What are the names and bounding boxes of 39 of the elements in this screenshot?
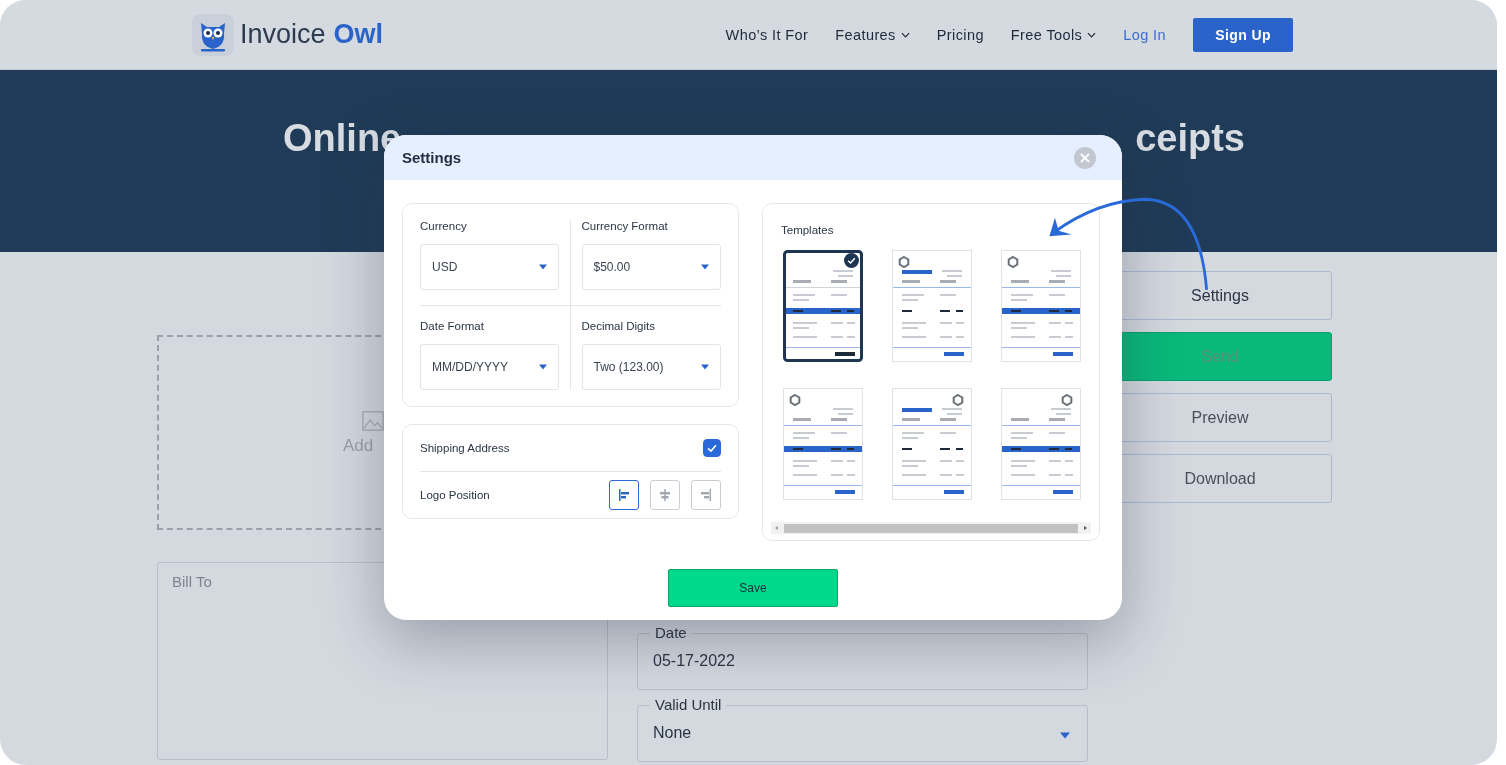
align-left-button[interactable]	[609, 480, 639, 510]
dropdown[interactable]: Two (123.00)	[581, 344, 721, 390]
image-icon	[362, 409, 384, 432]
caret-down-icon	[538, 264, 547, 270]
field-label: Shipping Address	[420, 442, 510, 454]
save-button[interactable]: Save	[668, 569, 838, 607]
invoice-template-thumbnail[interactable]	[783, 250, 863, 362]
dropdown[interactable]: USD	[420, 244, 559, 290]
align-center-icon	[657, 487, 673, 503]
field-label: Currency Format	[581, 220, 669, 232]
nav-link[interactable]: Pricing	[936, 26, 984, 43]
login-link[interactable]: Log In	[1123, 26, 1166, 43]
field-label: Date Format	[420, 320, 485, 332]
add-logo-label: Add	[343, 435, 374, 456]
align-left-icon	[616, 487, 632, 503]
caret-down-icon	[701, 364, 709, 370]
checkbox[interactable]	[703, 439, 721, 457]
logo-text: Invoice	[240, 19, 326, 50]
field-label: Logo Position	[420, 489, 490, 501]
nav-link[interactable]: Free Tools	[1010, 26, 1097, 43]
scroll-right-icon[interactable]	[1082, 525, 1088, 531]
caret-down-icon	[701, 264, 709, 270]
dropdown[interactable]: $50.00	[581, 244, 721, 290]
check-icon	[844, 253, 859, 268]
dropdown[interactable]: MM/DD/YYYY	[420, 344, 559, 390]
caret-down-icon	[538, 364, 547, 370]
section-label: Templates	[780, 224, 834, 236]
logo-text: Owl	[333, 19, 384, 50]
nav-link[interactable]: Who’s It For	[725, 26, 809, 43]
field-label: Currency	[420, 220, 468, 232]
sign-up-button[interactable]: Sign Up	[1193, 17, 1293, 52]
horizontal-scrollbar[interactable]	[771, 522, 1091, 534]
field-label: Decimal Digits	[581, 320, 656, 332]
dialog-title: Settings	[402, 149, 462, 166]
owl-logo-icon	[192, 13, 234, 56]
caret-down-icon	[1060, 732, 1070, 739]
align-right-icon	[698, 487, 714, 503]
nav-link[interactable]: Features	[835, 26, 910, 43]
hero-title: ceipts	[1135, 116, 1245, 160]
